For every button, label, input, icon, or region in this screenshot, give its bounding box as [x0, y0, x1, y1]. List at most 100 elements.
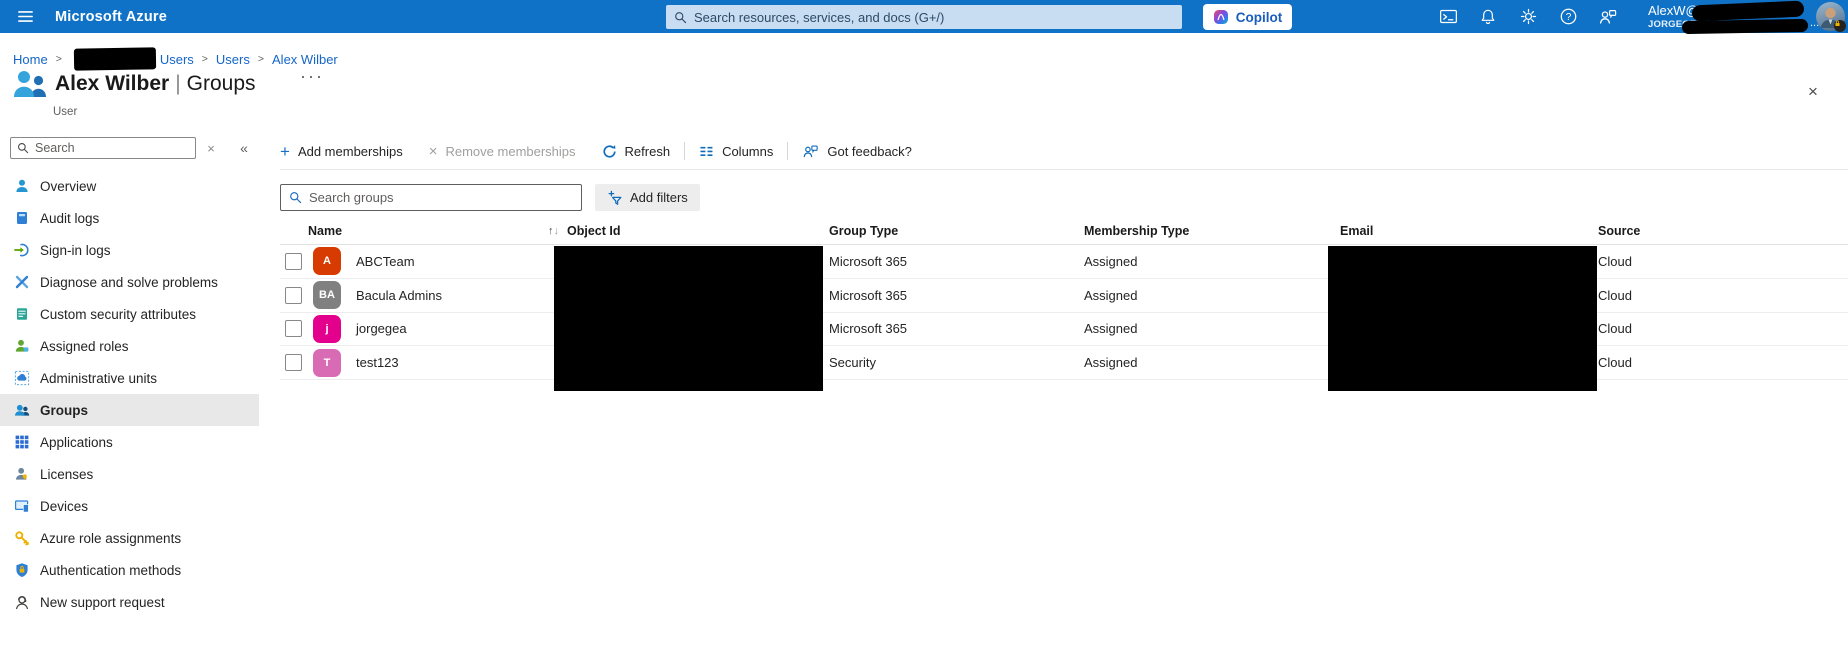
column-header-object-id[interactable]: Object Id: [567, 224, 829, 238]
sidebar-item-groups[interactable]: Groups: [0, 394, 259, 426]
close-blade-button[interactable]: ×: [1800, 78, 1826, 104]
search-icon: [17, 142, 29, 154]
sidebar-item-authentication-methods[interactable]: Authentication methods: [0, 554, 259, 586]
person-feedback-icon: [802, 143, 819, 160]
sidebar-item-overview[interactable]: Overview: [0, 170, 259, 202]
cell-group-name[interactable]: Bacula Admins: [356, 288, 567, 303]
refresh-button[interactable]: Refresh: [602, 144, 671, 159]
hamburger-icon: [16, 7, 35, 26]
gear-icon: [1519, 7, 1538, 26]
column-header-email[interactable]: Email: [1340, 224, 1598, 238]
add-filter-icon: [607, 190, 623, 206]
person-badge-icon: [14, 466, 30, 482]
sidebar-item-label: Azure role assignments: [40, 531, 181, 546]
sidebar-item-label: New support request: [40, 595, 165, 610]
sidebar-item-assigned-roles[interactable]: Assigned roles: [0, 330, 259, 362]
cell-group-type: Microsoft 365: [829, 321, 1084, 336]
sidebar-item-devices[interactable]: Devices: [0, 490, 259, 522]
sidebar-item-licenses[interactable]: Licenses: [0, 458, 259, 490]
sidebar-search-clear-button[interactable]: ×: [202, 139, 220, 157]
cell-group-type: Microsoft 365: [829, 288, 1084, 303]
redaction-object-id-column: [554, 246, 823, 391]
global-search-box: [666, 5, 1182, 29]
support-person-icon: [14, 594, 30, 610]
column-header-source[interactable]: Source: [1598, 224, 1848, 238]
add-memberships-label: Add memberships: [298, 144, 403, 159]
page-title: Alex Wilber|Groups: [55, 72, 256, 96]
sidebar-item-audit-logs[interactable]: Audit logs: [0, 202, 259, 234]
person-feedback-icon: [1598, 7, 1618, 27]
column-header-group-type[interactable]: Group Type: [829, 224, 1084, 238]
user-avatar[interactable]: [1816, 2, 1845, 31]
sidebar-item-new-support-request[interactable]: New support request: [0, 586, 259, 618]
row-checkbox[interactable]: [285, 253, 302, 270]
column-header-membership-type[interactable]: Membership Type: [1084, 224, 1340, 238]
person-icon: [14, 178, 30, 194]
cell-source: Cloud: [1598, 355, 1848, 370]
devices-icon: [14, 498, 30, 514]
cloud-unit-icon: [14, 370, 30, 386]
sort-icon[interactable]: ↑↓: [548, 225, 559, 237]
copilot-button[interactable]: Copilot: [1203, 4, 1292, 30]
groups-search-input[interactable]: [309, 190, 573, 205]
more-options-button[interactable]: ···: [300, 66, 324, 87]
feedback-button[interactable]: [1588, 0, 1628, 33]
cell-group-name[interactable]: test123: [356, 355, 567, 370]
help-button[interactable]: ?: [1548, 0, 1588, 33]
search-icon: [674, 11, 687, 24]
columns-button[interactable]: Columns: [699, 144, 773, 159]
sidebar-nav: Overview Audit logs Sign-in logs Diagnos…: [0, 170, 259, 618]
sidebar-item-azure-role-assignments[interactable]: Azure role assignments: [0, 522, 259, 554]
row-checkbox[interactable]: [285, 354, 302, 371]
command-bar: + Add memberships × Remove memberships R…: [280, 137, 1848, 165]
cell-group-name[interactable]: jorgegea: [356, 321, 567, 336]
top-bar: Microsoft Azure Copilot ?: [0, 0, 1848, 33]
table-row: BA Bacula Admins Microsoft 365 Assigned …: [280, 279, 1848, 313]
main-content: + Add memberships × Remove memberships R…: [280, 137, 1848, 165]
sidebar-item-applications[interactable]: Applications: [0, 426, 259, 458]
global-search-input[interactable]: [694, 10, 1174, 25]
sidebar-item-custom-security-attributes[interactable]: Custom security attributes: [0, 298, 259, 330]
sidebar-item-administrative-units[interactable]: Administrative units: [0, 362, 259, 394]
toolbar-rule: [280, 169, 1848, 170]
sidebar-search-input[interactable]: [35, 141, 189, 155]
hamburger-menu-button[interactable]: [6, 0, 44, 33]
sidebar-item-label: Diagnose and solve problems: [40, 275, 218, 290]
cell-group-name[interactable]: ABCTeam: [356, 254, 567, 269]
crossed-tools-icon: [14, 274, 30, 290]
remove-x-icon: ×: [429, 144, 438, 159]
add-memberships-button[interactable]: + Add memberships: [280, 143, 403, 160]
group-avatar: A: [313, 247, 341, 275]
user-people-icon: [12, 68, 48, 100]
notifications-button[interactable]: [1468, 0, 1508, 33]
row-checkbox[interactable]: [285, 287, 302, 304]
attributes-list-icon: [14, 306, 30, 322]
sign-in-arrow-icon: [14, 242, 30, 258]
group-avatar: j: [313, 315, 341, 343]
sidebar-collapse-button[interactable]: «: [234, 138, 254, 158]
got-feedback-button[interactable]: Got feedback?: [802, 143, 912, 160]
columns-label: Columns: [722, 144, 773, 159]
page-title-section: Groups: [187, 72, 256, 95]
row-checkbox[interactable]: [285, 320, 302, 337]
redaction-account-tenant: [1682, 19, 1808, 34]
settings-button[interactable]: [1508, 0, 1548, 33]
cloud-shell-button[interactable]: [1428, 0, 1468, 33]
got-feedback-label: Got feedback?: [827, 144, 912, 159]
cell-membership-type: Assigned: [1084, 321, 1340, 336]
sidebar-item-sign-in-logs[interactable]: Sign-in logs: [0, 234, 259, 266]
sidebar-item-label: Groups: [40, 403, 88, 418]
cell-membership-type: Assigned: [1084, 288, 1340, 303]
column-header-name[interactable]: Name ↑↓: [308, 224, 567, 238]
refresh-icon: [602, 144, 617, 159]
remove-memberships-button[interactable]: × Remove memberships: [429, 144, 576, 159]
brand-title[interactable]: Microsoft Azure: [55, 0, 167, 33]
bell-icon: [1479, 8, 1497, 26]
person-role-icon: [14, 338, 30, 354]
group-avatar: BA: [313, 281, 341, 309]
add-filters-button[interactable]: Add filters: [595, 184, 700, 211]
sidebar-item-label: Sign-in logs: [40, 243, 111, 258]
book-icon: [14, 210, 30, 226]
add-filters-label: Add filters: [630, 190, 688, 205]
sidebar-item-diagnose[interactable]: Diagnose and solve problems: [0, 266, 259, 298]
